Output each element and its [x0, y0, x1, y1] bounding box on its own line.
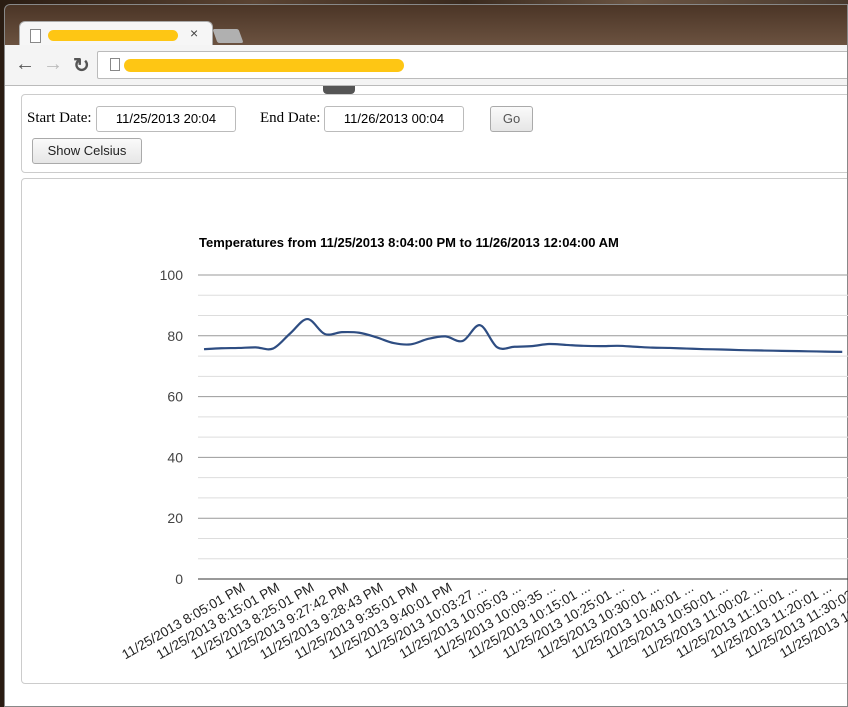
y-tick-label: 80: [167, 328, 183, 344]
chart-title: Temperatures from 11/25/2013 8:04:00 PM …: [199, 235, 619, 250]
y-tick-label: 100: [160, 267, 184, 283]
y-tick-label: 60: [167, 389, 183, 405]
temperature-chart: Temperatures from 11/25/2013 8:04:00 PM …: [119, 235, 848, 662]
y-tick-label: 40: [167, 449, 183, 465]
y-tick-label: 20: [167, 510, 183, 526]
y-tick-label: 0: [175, 571, 183, 587]
